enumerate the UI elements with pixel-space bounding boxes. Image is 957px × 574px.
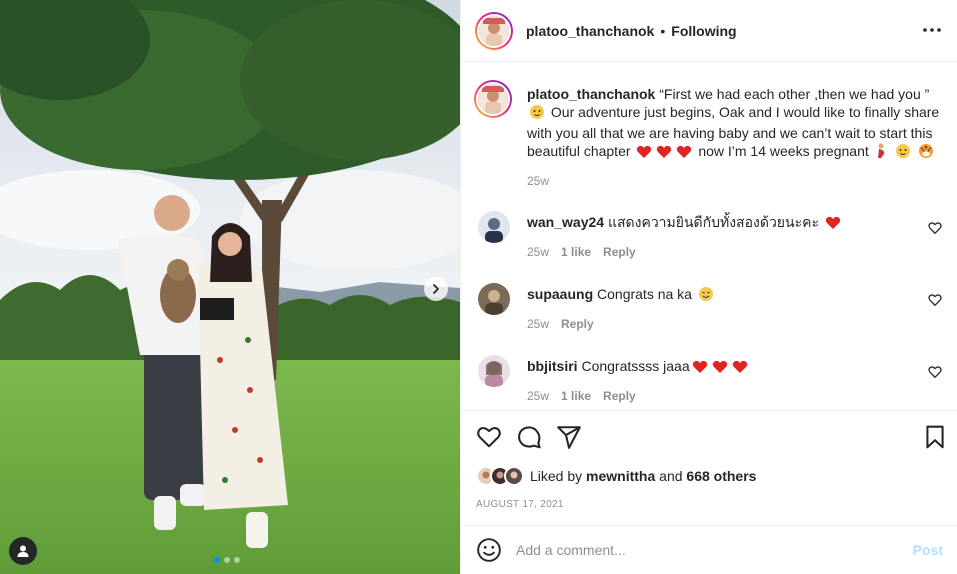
comment-reply-button[interactable]: Reply: [561, 317, 594, 331]
red-heart-icon: [712, 360, 728, 378]
red-heart-icon: [676, 145, 692, 163]
photo-scene: [0, 0, 460, 574]
red-heart-icon: [732, 360, 748, 378]
save-bookmark-icon[interactable]: [922, 424, 948, 450]
pregnant-woman-emoji-icon: [875, 143, 887, 163]
post-photo[interactable]: [0, 0, 460, 574]
caption-avatar[interactable]: [474, 80, 512, 118]
caption-line-3: now I’m 14 weeks pregnant: [698, 143, 869, 159]
comment-item: bbjitsiri Congratssss jaaa 25w 1 like Re…: [478, 355, 948, 415]
post-modal: platoo_thanchanok • Following platoo_tha…: [0, 0, 957, 574]
carousel-dot-2: [224, 557, 230, 563]
caption-username[interactable]: platoo_thanchanok: [527, 86, 655, 102]
liked-by-avatars: [476, 466, 524, 486]
comment-body: bbjitsiri Congratssss jaaa: [527, 357, 927, 378]
comment-timestamp[interactable]: 25w: [527, 317, 549, 331]
liked-by-others[interactable]: 668 others: [686, 468, 756, 484]
carousel-indicator: [214, 557, 240, 563]
tiger-face-emoji-icon: [918, 143, 934, 163]
following-button[interactable]: Following: [671, 23, 736, 39]
red-heart-icon: [636, 145, 652, 163]
comment-like-heart-icon[interactable]: [928, 293, 942, 307]
comment-meta: 25w 1 like Reply: [527, 389, 636, 403]
comment-input[interactable]: [516, 540, 896, 560]
avatar-image: [478, 355, 510, 387]
comment-item: wan_way24 แสดงความยินดีกับทั้งสองด้วยนะค…: [478, 211, 948, 271]
likes-summary: Liked by mewnittha and 668 others: [476, 466, 756, 486]
post-actions: Liked by mewnittha and 668 others AUGUST…: [460, 410, 957, 525]
carousel-dot-1: [214, 557, 220, 563]
header-avatar[interactable]: [475, 11, 513, 50]
comment-bubble-icon[interactable]: [516, 424, 542, 450]
add-comment-bar: Post: [460, 525, 957, 574]
baby-emoji-icon: [529, 104, 545, 124]
liked-by-prefix: Liked by: [530, 468, 583, 484]
header-separator: •: [660, 22, 666, 39]
comment-avatar[interactable]: [478, 211, 510, 243]
comment-body: wan_way24 แสดงความยินดีกับทั้งสองด้วยนะค…: [527, 213, 927, 234]
liked-by-user[interactable]: mewnittha: [586, 468, 655, 484]
comment-avatar[interactable]: [478, 355, 510, 387]
header-username[interactable]: platoo_thanchanok: [526, 23, 654, 39]
user-icon: [17, 545, 29, 557]
avatar-image: [478, 84, 508, 114]
red-heart-icon: [692, 360, 708, 378]
comment-text: Congratssss jaaa: [581, 358, 690, 374]
comment-like-heart-icon[interactable]: [928, 221, 942, 235]
carousel-next-button[interactable]: [424, 277, 448, 301]
liked-by-and: and: [659, 468, 683, 484]
comment-timestamp[interactable]: 25w: [527, 389, 549, 403]
baby-emoji-icon: [895, 143, 911, 163]
more-horizontal-icon: [923, 28, 941, 32]
comment-reply-button[interactable]: Reply: [603, 245, 636, 259]
caption-text: platoo_thanchanok “First we had each oth…: [527, 85, 947, 163]
comment-meta: 25w Reply: [527, 317, 594, 331]
avatar-image: [479, 15, 509, 46]
caption-timestamp[interactable]: 25w: [527, 174, 549, 188]
comment-text: แสดงความยินดีกับทั้งสองด้วยนะคะ: [607, 214, 819, 230]
comment-likes[interactable]: 1 like: [561, 245, 591, 259]
comment-username[interactable]: bbjitsiri: [527, 358, 578, 374]
comment-meta: 25w 1 like Reply: [527, 245, 636, 259]
emoji-smiley-icon[interactable]: [476, 537, 502, 563]
tagged-users-button[interactable]: [9, 537, 37, 565]
post-date[interactable]: AUGUST 17, 2021: [476, 499, 564, 510]
comment-reply-button[interactable]: Reply: [603, 389, 636, 403]
smiling-face-emoji-icon: [698, 286, 714, 306]
post-header: platoo_thanchanok • Following: [461, 0, 957, 62]
comment-like-heart-icon[interactable]: [928, 365, 942, 379]
comment-avatar[interactable]: [478, 283, 510, 315]
comment-body: supaaung Congrats na ka: [527, 285, 927, 306]
more-options-button[interactable]: [922, 22, 942, 38]
like-heart-icon[interactable]: [476, 424, 502, 450]
red-heart-icon: [656, 145, 672, 163]
comment-text: Congrats na ka: [597, 286, 692, 302]
red-heart-icon: [825, 216, 841, 234]
caption-line-1: “First we had each other ,then we had yo…: [659, 86, 930, 102]
share-send-icon[interactable]: [556, 424, 582, 450]
avatar-image: [478, 211, 510, 243]
liked-by-avatar[interactable]: [504, 466, 524, 486]
avatar-image: [478, 283, 510, 315]
comment-username[interactable]: wan_way24: [527, 214, 604, 230]
comment-item: supaaung Congrats na ka 25w Reply: [478, 283, 948, 343]
chevron-right-icon: [433, 284, 439, 294]
comment-timestamp[interactable]: 25w: [527, 245, 549, 259]
post-comment-button[interactable]: Post: [913, 542, 943, 558]
comment-username[interactable]: supaaung: [527, 286, 593, 302]
carousel-dot-3: [234, 557, 240, 563]
comment-likes[interactable]: 1 like: [561, 389, 591, 403]
